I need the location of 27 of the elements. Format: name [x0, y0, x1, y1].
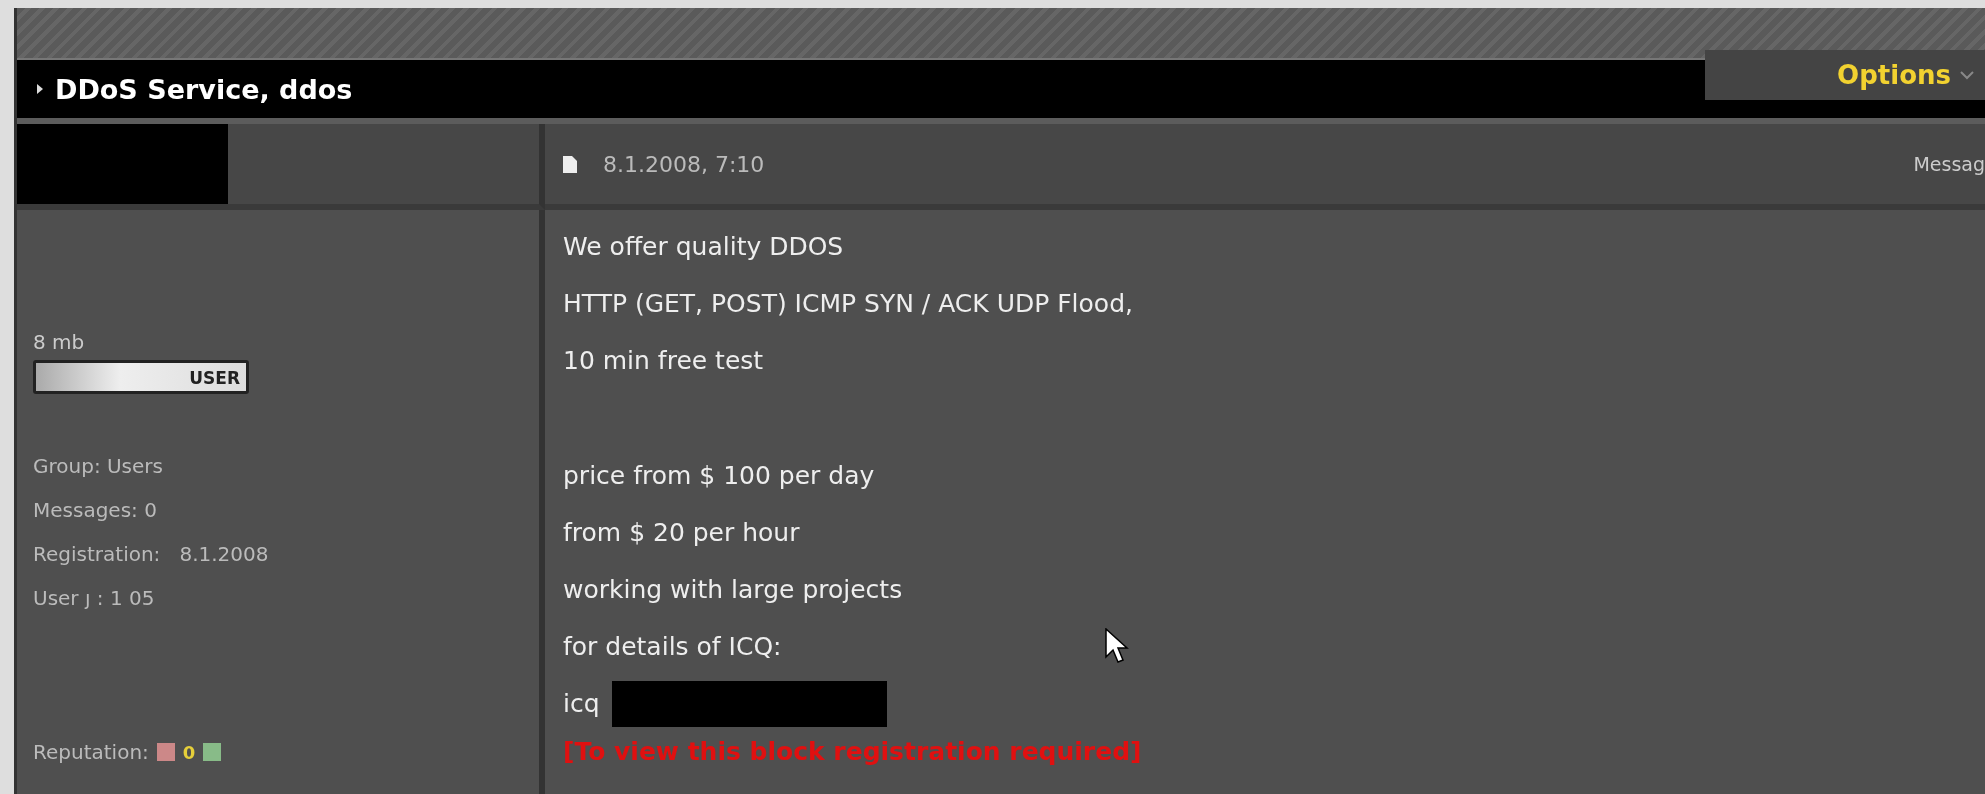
- document-icon: [563, 155, 577, 173]
- rank-badge: USER: [33, 360, 249, 394]
- caret-icon: [1959, 70, 1975, 80]
- user-stat: Group: Users: [33, 453, 164, 480]
- icq-label: icq: [563, 688, 600, 720]
- user-stat: Registration: 8.1.2008: [33, 541, 270, 568]
- post-text-line: HTTP (GET, POST) ICMP SYN / ACK UDP Flood,: [563, 288, 1133, 320]
- user-stat: Messages: 0: [33, 497, 158, 524]
- options-button[interactable]: Options: [1705, 50, 1985, 100]
- post-text-line: We offer quality DDOS: [563, 231, 844, 263]
- mouse-cursor-icon: [1105, 628, 1129, 664]
- thread-title: DDoS Service, ddos: [55, 73, 353, 105]
- bullet-icon: [37, 84, 43, 94]
- post-date: 8.1.2008, 7:10: [603, 151, 765, 177]
- user-size-text: 8 mb: [33, 330, 86, 354]
- post-text-line: 10 min free test: [563, 345, 764, 377]
- post-text-line: working with large projects: [563, 574, 903, 606]
- post-text-line: from $ 20 per hour: [563, 517, 800, 549]
- reputation-minus-button[interactable]: [156, 743, 175, 761]
- reputation-label: Reputation:: [33, 739, 149, 766]
- reputation-plus-button[interactable]: [203, 743, 222, 761]
- reputation-value: 0: [182, 741, 196, 763]
- hidden-content-notice: [To view this block registration required]: [563, 736, 1142, 768]
- post-text-line: price from $ 100 per day: [563, 460, 875, 492]
- message-label: Messag: [1913, 153, 1985, 175]
- post-text-line: for details of ICQ:: [563, 631, 782, 663]
- user-stat: User ȷ : 1 05: [33, 585, 156, 612]
